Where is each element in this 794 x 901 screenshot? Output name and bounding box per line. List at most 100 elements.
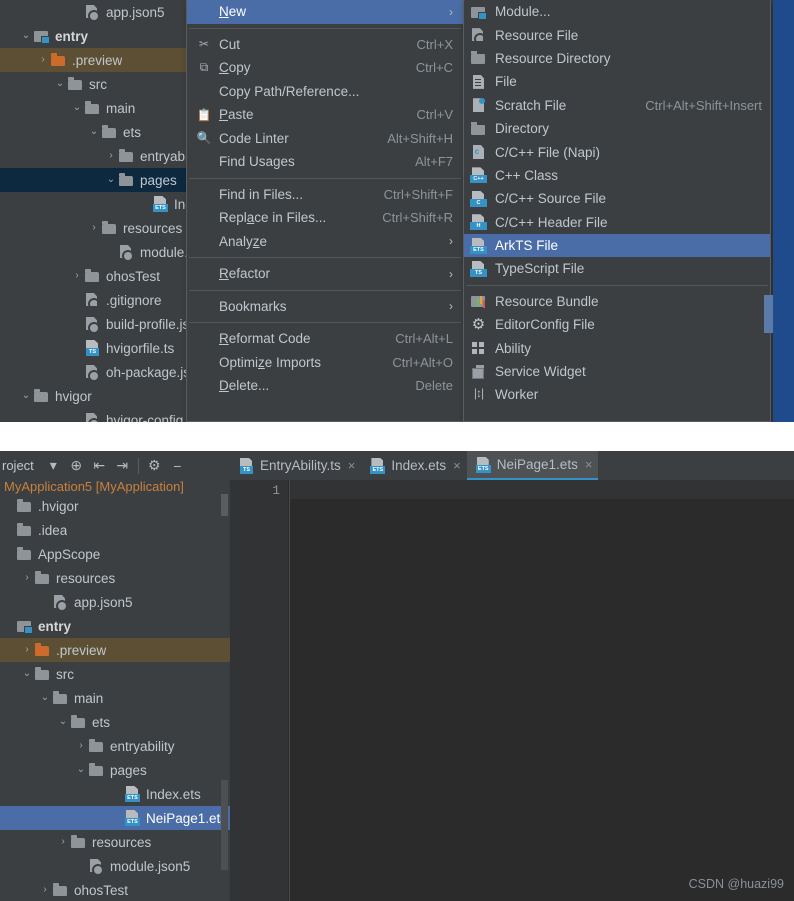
submenu-item-editorconfig-file[interactable]: EditorConfig File [464, 313, 770, 336]
tree-row[interactable]: ⌄ pages [0, 758, 230, 782]
tree-row[interactable]: › resources [0, 830, 230, 854]
tree-row[interactable]: › resources [0, 566, 230, 590]
menu-item-bookmarks[interactable]: Bookmarks › [187, 295, 463, 319]
tree-row[interactable]: ›entry [0, 614, 230, 638]
tree-scrollbar-thumb[interactable] [221, 780, 228, 870]
chevron-right-icon[interactable]: › [20, 573, 34, 583]
chevron-right-icon[interactable]: › [74, 741, 88, 751]
code-editor[interactable]: 1 CSDN @huazi99 [230, 480, 794, 901]
tree-row[interactable]: ›app.json5 [0, 590, 230, 614]
submenu-item-file[interactable]: File [464, 70, 770, 93]
menu-item-analyze[interactable]: Analyze › [187, 230, 463, 254]
submenu-item-ability[interactable]: Ability [464, 336, 770, 359]
close-icon[interactable]: × [453, 458, 461, 473]
tree-row[interactable]: ⌄ pages [0, 168, 200, 192]
submenu-item-arkts-file[interactable]: ArkTS File [464, 233, 770, 258]
submenu-item-scratch-file[interactable]: Scratch File Ctrl+Alt+Shift+Insert [464, 94, 770, 117]
tree-row[interactable]: ›Index.ets [0, 192, 200, 216]
tree-row[interactable]: ›build-profile.json5 [0, 312, 200, 336]
tree-row[interactable]: › entryability [0, 144, 200, 168]
tree-row[interactable]: ⌄ entry [0, 24, 200, 48]
chevron-down-icon[interactable]: ⌄ [53, 79, 67, 89]
menu-item-cut[interactable]: ✂ Cut Ctrl+X [187, 33, 463, 57]
context-menu[interactable]: New › ✂ Cut Ctrl+X ⧉ Copy Ctrl+C Copy Path/Refer… [186, 0, 464, 422]
chevron-down-icon[interactable]: ⌄ [19, 391, 33, 401]
menu-item-refactor[interactable]: Refactor › [187, 262, 463, 286]
submenu-item-typescript-file[interactable]: TypeScript File [464, 257, 770, 280]
tree-row[interactable]: ⌄ src [0, 662, 230, 686]
chevron-down-icon[interactable]: ⌄ [38, 693, 52, 703]
chevron-right-icon[interactable]: › [104, 151, 118, 161]
tree-row[interactable]: ⌄ main [0, 686, 230, 710]
chevron-down-icon[interactable]: ⌄ [19, 31, 33, 41]
tree-row[interactable]: › ohosTest [0, 878, 230, 901]
tree-row[interactable]: ›app.json5 [0, 0, 200, 24]
tree-row[interactable]: ›Index.ets [0, 782, 230, 806]
chevron-down-icon[interactable]: ⌄ [20, 669, 34, 679]
submenu-item-module[interactable]: Module... [464, 0, 770, 23]
chevron-down-icon[interactable]: ⌄ [87, 127, 101, 137]
tree-row[interactable]: ⌄ ets [0, 120, 200, 144]
menu-item-delete[interactable]: Delete... Delete [187, 374, 463, 398]
chevron-right-icon[interactable]: › [36, 55, 50, 65]
new-submenu[interactable]: Module... Resource File Resource Directory… [463, 0, 771, 422]
project-tree-bottom[interactable]: MyApplication5 [MyApplication] ›.hvigor›… [0, 480, 230, 901]
tree-row[interactable]: ›module.json5 [0, 240, 200, 264]
tree-row[interactable]: ›.idea [0, 518, 230, 542]
chevron-down-icon[interactable]: ⌄ [70, 103, 84, 113]
submenu-item-worker[interactable]: Worker [464, 383, 770, 406]
tree-row[interactable]: ›hvigor-config.json5 [0, 408, 200, 422]
tree-row[interactable]: ›oh-package.json5 [0, 360, 200, 384]
menu-item-optimize-imports[interactable]: Optimize Imports Ctrl+Alt+O [187, 351, 463, 375]
chevron-down-icon[interactable]: ⌄ [104, 175, 118, 185]
submenu-item-cpp-class[interactable]: C++ Class [464, 164, 770, 187]
tab-entryability-ts[interactable]: EntryAbility.ts × [230, 451, 361, 480]
tree-row[interactable]: › entryability [0, 734, 230, 758]
menu-item-code-linter[interactable]: 🔍 Code Linter Alt+Shift+H [187, 127, 463, 151]
close-icon[interactable]: × [348, 458, 356, 473]
locate-icon[interactable]: ⊕ [65, 455, 88, 477]
tree-row[interactable]: ⌄ ets [0, 710, 230, 734]
chevron-down-icon[interactable]: ⌄ [74, 765, 88, 775]
submenu-item-resource-file[interactable]: Resource File [464, 23, 770, 46]
tab-neipage1-ets[interactable]: NeiPage1.ets × [466, 451, 599, 480]
vertical-scrollbar-thumb[interactable] [764, 295, 773, 333]
tree-row[interactable]: › resources [0, 216, 200, 240]
tree-scrollbar-thumb-top[interactable] [221, 494, 228, 516]
chevron-right-icon[interactable]: › [87, 223, 101, 233]
submenu-item-resource-bundle[interactable]: Resource Bundle [464, 290, 770, 313]
tree-row[interactable]: ›NeiPage1.ets [0, 806, 230, 830]
tree-row[interactable]: ›AppScope [0, 542, 230, 566]
tree-row[interactable]: › .preview [0, 48, 200, 72]
submenu-item-resource-directory[interactable]: Resource Directory [464, 47, 770, 70]
tree-row[interactable]: ›.gitignore [0, 288, 200, 312]
tree-row[interactable]: ⌄ main [0, 96, 200, 120]
collapse-all-icon[interactable]: ⇥ [111, 455, 134, 477]
submenu-item-c-cpp-file-napi[interactable]: C/C++ File (Napi) [464, 140, 770, 163]
chevron-right-icon[interactable]: › [70, 271, 84, 281]
close-icon[interactable]: × [585, 457, 593, 472]
menu-item-new[interactable]: New › [187, 0, 463, 24]
submenu-item-c-cpp-source-file[interactable]: C/C++ Source File [464, 187, 770, 210]
menu-item-copy-path-reference[interactable]: Copy Path/Reference... [187, 80, 463, 104]
chevron-down-icon[interactable]: ▾ [42, 455, 65, 477]
submenu-item-c-cpp-header-file[interactable]: C/C++ Header File [464, 211, 770, 234]
chevron-right-icon[interactable]: › [38, 885, 52, 895]
submenu-item-service-widget[interactable]: Service Widget [464, 360, 770, 383]
menu-item-find-in-files[interactable]: Find in Files... Ctrl+Shift+F [187, 183, 463, 207]
submenu-item-directory[interactable]: Directory [464, 117, 770, 140]
tree-row[interactable]: › .preview [0, 638, 230, 662]
chevron-right-icon[interactable]: › [20, 645, 34, 655]
tree-row[interactable]: ›.hvigor [0, 494, 230, 518]
tree-row[interactable]: ›hvigorfile.ts [0, 336, 200, 360]
project-tree-top[interactable]: ›app.json5⌄entry›.preview⌄src⌄main⌄ets›e… [0, 0, 200, 422]
tree-row[interactable]: › ohosTest [0, 264, 200, 288]
editor-tab-bar[interactable]: EntryAbility.ts × Index.ets × NeiPage1.ets × [230, 451, 794, 480]
menu-item-paste[interactable]: 📋 Paste Ctrl+V [187, 103, 463, 127]
tree-row[interactable]: ⌄ hvigor [0, 384, 200, 408]
menu-item-copy[interactable]: ⧉ Copy Ctrl+C [187, 56, 463, 80]
tree-row[interactable]: ›module.json5 [0, 854, 230, 878]
minimize-icon[interactable]: − [166, 455, 189, 477]
menu-item-find-usages[interactable]: Find Usages Alt+F7 [187, 150, 463, 174]
tree-row[interactable]: ⌄ src [0, 72, 200, 96]
